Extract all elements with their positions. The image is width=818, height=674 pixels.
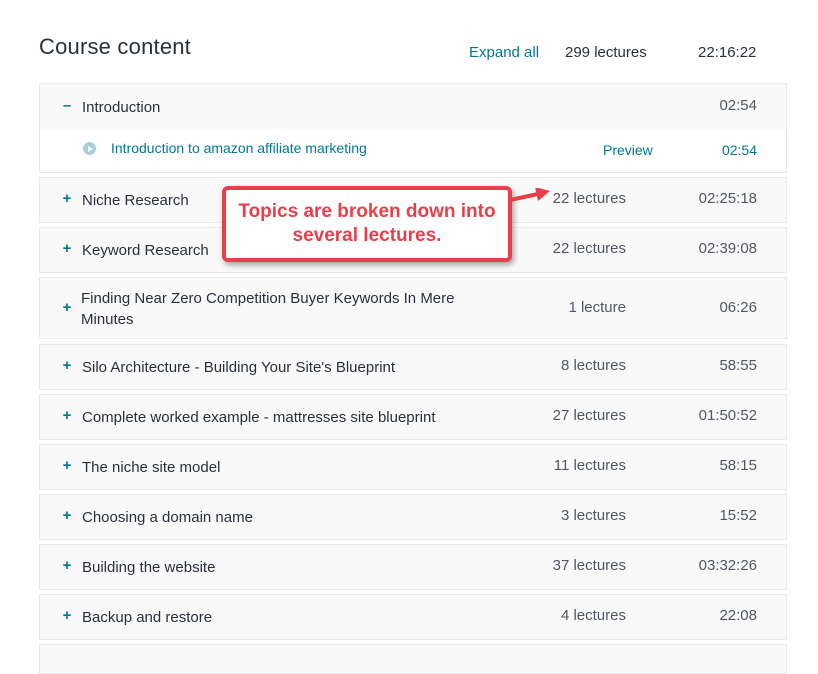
- section-duration: 58:15: [719, 457, 757, 474]
- section-partial[interactable]: [39, 644, 787, 674]
- section-title: The niche site model: [82, 459, 221, 476]
- annotation-text: Topics are broken down into several lect…: [238, 201, 496, 246]
- section-duration: 58:55: [719, 357, 757, 374]
- section-duration: 03:32:26: [698, 557, 757, 574]
- section-lecture-count: 8 lectures: [560, 357, 626, 374]
- section-title: Keyword Research: [82, 242, 209, 259]
- lecture-duration: 02:54: [721, 142, 757, 158]
- expand-icon: +: [62, 190, 72, 207]
- expand-icon: +: [62, 507, 72, 524]
- section-backup-restore[interactable]: + Backup and restore 4 lectures 22:08: [39, 594, 787, 640]
- section-title: Silo Architecture - Building Your Site's…: [82, 359, 396, 376]
- section-title: Introduction: [82, 99, 161, 116]
- section-title: Niche Research: [82, 192, 189, 209]
- section-duration: 22:08: [719, 607, 757, 624]
- total-lecture-count: 299 lectures: [565, 44, 647, 61]
- section-worked-example[interactable]: + Complete worked example - mattresses s…: [39, 394, 787, 440]
- page-title: Course content: [39, 34, 191, 59]
- section-duration: 01:50:52: [698, 407, 757, 424]
- section-title: Choosing a domain name: [82, 509, 253, 526]
- section-lecture-count: 1 lecture: [568, 299, 626, 316]
- section-domain-name[interactable]: + Choosing a domain name 3 lectures 15:5…: [39, 494, 787, 540]
- expand-icon: +: [62, 457, 72, 474]
- section-duration: 06:26: [719, 299, 757, 316]
- lecture-row[interactable]: Introduction to amazon affiliate marketi…: [39, 129, 787, 173]
- section-duration: 02:25:18: [698, 190, 757, 207]
- section-title: Finding Near Zero Competition Buyer Keyw…: [81, 290, 455, 328]
- section-lecture-count: 22 lectures: [552, 240, 626, 257]
- lecture-title-link[interactable]: Introduction to amazon affiliate marketi…: [111, 140, 367, 156]
- collapse-icon: –: [62, 97, 72, 114]
- section-silo-architecture[interactable]: + Silo Architecture - Building Your Site…: [39, 344, 787, 390]
- play-icon: [83, 142, 96, 155]
- section-title: Backup and restore: [82, 609, 213, 626]
- section-lecture-count: 4 lectures: [560, 607, 626, 624]
- section-introduction[interactable]: – Introduction 02:54: [39, 83, 787, 130]
- expand-icon: +: [62, 607, 72, 624]
- course-content-header: Course content Expand all 299 lectures 2…: [0, 0, 818, 84]
- section-lecture-count: 37 lectures: [552, 557, 626, 574]
- expand-icon: +: [62, 357, 72, 374]
- section-zero-competition-keywords[interactable]: + Finding Near Zero Competition Buyer Ke…: [39, 277, 787, 339]
- expand-icon: +: [62, 407, 72, 424]
- preview-link[interactable]: Preview: [603, 142, 653, 158]
- section-building-website[interactable]: + Building the website 37 lectures 03:32…: [39, 544, 787, 590]
- section-niche-site-model[interactable]: + The niche site model 11 lectures 58:15: [39, 444, 787, 490]
- section-title: Complete worked example - mattresses sit…: [82, 409, 436, 426]
- section-lecture-count: 3 lectures: [560, 507, 626, 524]
- expand-icon: +: [62, 557, 72, 574]
- section-title: Building the website: [82, 559, 216, 576]
- section-duration: 15:52: [719, 507, 757, 524]
- section-duration: 02:54: [719, 97, 757, 114]
- expand-icon: +: [62, 299, 72, 316]
- section-lecture-count: 22 lectures: [552, 190, 626, 207]
- total-duration: 22:16:22: [698, 44, 757, 61]
- section-lecture-count: 27 lectures: [552, 407, 626, 424]
- section-duration: 02:39:08: [698, 240, 757, 257]
- section-lecture-count: 11 lectures: [553, 457, 626, 474]
- annotation-arrow-icon: [508, 188, 550, 202]
- expand-icon: +: [62, 240, 72, 257]
- annotation-callout: Topics are broken down into several lect…: [222, 186, 512, 262]
- expand-all-button[interactable]: Expand all: [469, 44, 539, 61]
